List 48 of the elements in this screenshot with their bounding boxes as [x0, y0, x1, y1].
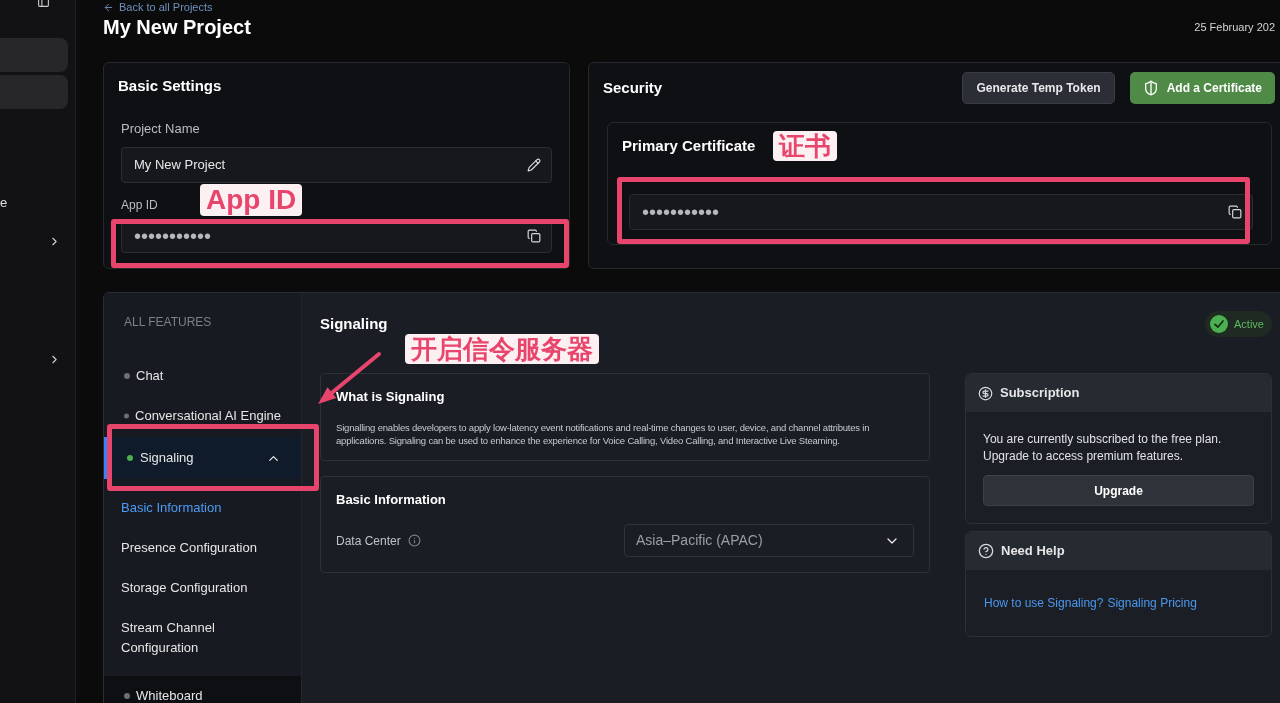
copy-icon[interactable] [527, 229, 541, 243]
nav-item[interactable]: Conversational AI Engine [104, 396, 301, 436]
shield-icon [1142, 79, 1159, 96]
generate-token-button[interactable]: Generate Temp Token [962, 71, 1115, 104]
annotation-label: App ID [200, 184, 303, 216]
subscription-text: You are currently subscribed to the free plan. Upgrade to access premium features. [983, 431, 1223, 465]
arrow-left-icon [103, 1, 114, 13]
card-title: Primary Certificate [622, 138, 756, 154]
page-title: My New Project [103, 15, 251, 39]
help-link[interactable]: How to use Signaling? [984, 595, 1104, 611]
status-badge: Active [1205, 311, 1272, 337]
field-label: Data Center [336, 532, 401, 550]
copy-icon[interactable] [1228, 205, 1242, 219]
edit-icon[interactable] [527, 158, 541, 172]
card-title: What is Signaling [336, 389, 445, 405]
description-text: Signalling enables developers to apply low-latency event notifications and real-time changes to user, device, and channel attributes in applications. Signaling can be used to enhance the experience for Voice Calling, Video Calling, and Interactive Live Steaming. [336, 421, 871, 447]
nav-subitem[interactable]: Stream Channel Configuration [104, 608, 301, 668]
card-title: Basic Information [336, 492, 446, 508]
annotation-label: 证书 [773, 131, 837, 161]
card-title: Basic Settings [118, 78, 222, 94]
card-title: Need Help [1001, 542, 1065, 561]
section-heading: ALL FEATURES [123, 315, 212, 329]
annotation-label: 开启信令服务器 [405, 334, 599, 364]
nav-subitem[interactable]: Storage Configuration [104, 568, 301, 608]
field-label: App ID [121, 198, 158, 212]
nav-subitem[interactable]: Presence Configuration [104, 528, 301, 568]
nav-item[interactable]: Whiteboard [104, 676, 301, 703]
info-icon[interactable] [407, 534, 421, 547]
nav-item[interactable]: Signaling [104, 437, 301, 479]
secret-field[interactable]: ••••••••••• [629, 194, 1253, 230]
data-center-select[interactable]: Asia–Pacific (APAC) [624, 524, 914, 557]
pointer-arrow [316, 351, 382, 406]
upgrade-button[interactable]: Upgrade [983, 475, 1254, 506]
card-title: Security [603, 79, 663, 96]
help-icon [978, 543, 994, 559]
help-link[interactable]: Signaling Pricing [1107, 595, 1197, 611]
input-field[interactable]: My New Project [121, 147, 552, 183]
card-title: Subscription [1000, 384, 1080, 403]
date-text: 25 February 202 [1194, 19, 1275, 35]
dollar-circle-icon [978, 385, 993, 401]
add-certificate-button[interactable]: Add a Certificate [1129, 71, 1275, 104]
section-title: Signaling [320, 316, 388, 332]
nav-item[interactable]: Chat [104, 356, 301, 396]
field-label: Project Name [121, 122, 200, 136]
nav-subitem[interactable]: Basic Information [104, 488, 301, 528]
check-circle-icon [1210, 315, 1229, 333]
nav-item[interactable]: e [0, 193, 8, 213]
back-link[interactable]: Back to all Projects [103, 1, 213, 13]
